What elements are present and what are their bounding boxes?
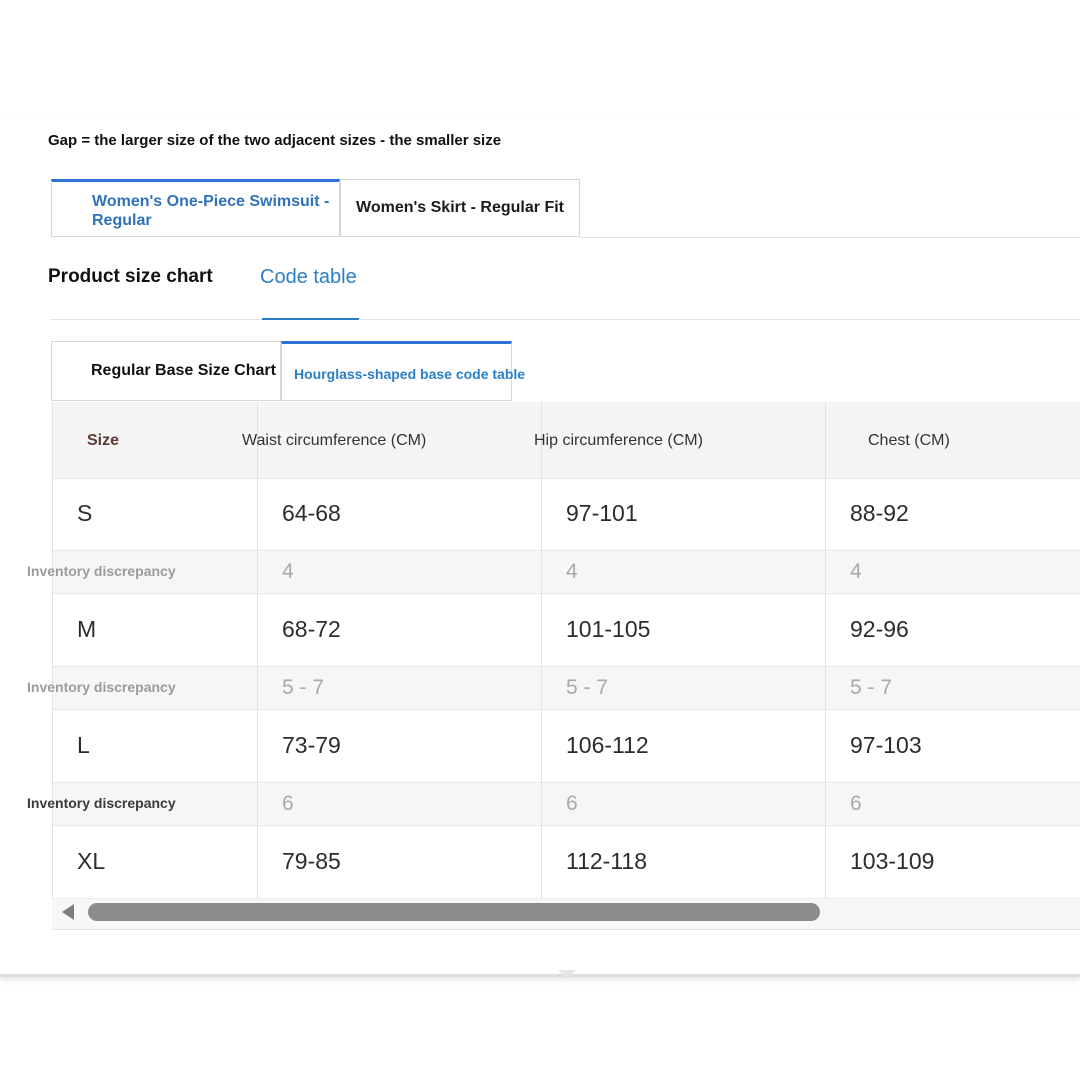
tab-label: Women's One-Piece Swimsuit - Regular	[92, 193, 330, 229]
tab-label: Women's Skirt - Regular Fit	[356, 199, 564, 216]
gap-chest: 4	[850, 560, 862, 583]
column-divider	[257, 402, 258, 898]
tab-hourglass-base-code-table[interactable]: Hourglass-shaped base code table	[281, 341, 525, 401]
row-divider	[53, 550, 1080, 551]
gap-hip: 6	[566, 792, 578, 815]
row-divider	[53, 709, 1080, 710]
cell-chest: 88-92	[850, 500, 909, 526]
cell-chest: 103-109	[850, 848, 935, 874]
column-divider	[825, 402, 826, 898]
cell-chest: 97-103	[850, 732, 922, 758]
cell-size: M	[77, 616, 97, 642]
cell-chest: 92-96	[850, 616, 909, 642]
column-divider	[541, 402, 542, 898]
size-table: Size Waist circumference (CM) Hip circum…	[52, 402, 1080, 928]
header-size: Size	[87, 432, 120, 449]
scrollbar-thumb[interactable]	[88, 903, 820, 921]
cell-hip: 101-105	[566, 616, 651, 642]
tab-product-size-chart[interactable]: Product size chart	[48, 266, 213, 288]
tab-womens-skirt[interactable]: Women's Skirt - Regular Fit	[340, 179, 580, 237]
row-divider	[53, 593, 1080, 594]
cell-size: S	[77, 500, 93, 526]
gap-row-label: Inventory discrepancy	[27, 563, 176, 579]
chart-tabs-divider	[50, 319, 1080, 320]
cell-size: XL	[77, 848, 106, 874]
gap-row-label: Inventory discrepancy	[27, 679, 176, 695]
header-hip: Hip circumference (CM)	[534, 432, 703, 449]
gap-chest: 5 - 7	[850, 676, 893, 699]
cell-hip: 97-101	[566, 500, 638, 526]
cell-hip: 106-112	[566, 732, 649, 758]
gap-waist: 6	[282, 792, 294, 815]
tab-label: Regular Base Size Chart	[91, 362, 276, 379]
row-divider	[53, 478, 1080, 479]
gap-waist: 5 - 7	[282, 676, 325, 699]
gap-definition-note: Gap = the larger size of the two adjacen…	[48, 132, 502, 149]
tab-womens-one-piece-swimsuit[interactable]: Women's One-Piece Swimsuit - Regular	[51, 179, 340, 237]
row-divider	[53, 782, 1080, 783]
gap-row-label: Inventory discrepancy	[27, 795, 176, 811]
cell-waist: 64-68	[282, 500, 341, 526]
row-divider	[53, 666, 1080, 667]
scroll-left-icon[interactable]	[62, 904, 74, 920]
tab-regular-base-size-chart[interactable]: Regular Base Size Chart	[51, 341, 281, 401]
tab-divider	[580, 237, 1080, 238]
gap-waist: 4	[282, 560, 294, 583]
row-divider	[53, 825, 1080, 826]
cell-waist: 73-79	[282, 732, 341, 758]
cell-hip: 112-118	[566, 848, 647, 874]
gap-hip: 4	[566, 560, 578, 583]
cell-size: L	[77, 732, 90, 758]
tab-label: Hourglass-shaped base code table	[294, 366, 526, 382]
active-tab-underline	[262, 318, 359, 320]
gap-chest: 6	[850, 792, 862, 815]
header-waist: Waist circumference (CM)	[242, 432, 427, 449]
cell-waist: 79-85	[282, 848, 341, 874]
cell-waist: 68-72	[282, 616, 341, 642]
panel-pointer	[558, 970, 576, 979]
header-chest: Chest (CM)	[868, 432, 950, 449]
gap-hip: 5 - 7	[566, 676, 609, 699]
tab-code-table[interactable]: Code table	[260, 266, 357, 289]
